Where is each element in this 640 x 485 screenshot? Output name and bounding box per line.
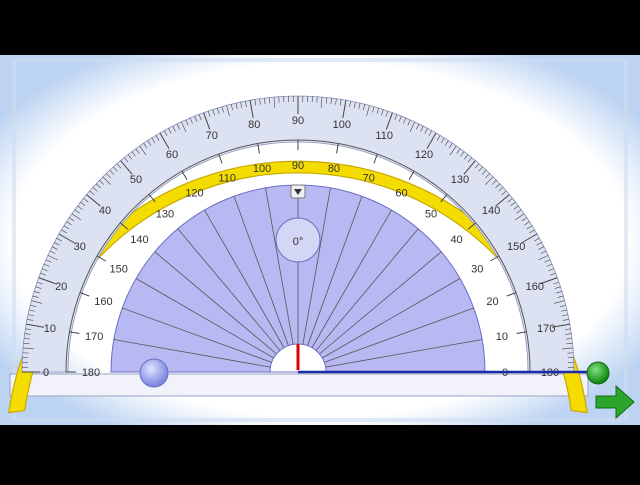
outer-scale-label: 10 [44, 323, 56, 335]
inner-scale-label: 160 [94, 296, 112, 308]
inner-scale-label: 110 [218, 172, 236, 184]
pivot-handle[interactable] [140, 359, 168, 387]
outer-scale-label: 120 [415, 149, 433, 161]
inner-scale-label: 120 [185, 188, 203, 200]
outer-scale-label: 80 [248, 119, 260, 131]
inner-scale-label: 20 [486, 296, 498, 308]
inner-scale-label: 170 [85, 331, 103, 343]
outer-scale-label: 90 [292, 115, 304, 127]
inner-scale-label: 90 [292, 160, 304, 172]
protractor-canvas: 0 10 20 30 40 50 60 70 80 90 100 110 120 130 140 150 160… [0, 0, 640, 480]
inner-scale-label: 100 [253, 163, 271, 175]
inner-scale-label: 150 [110, 264, 128, 276]
outer-scale-label: 130 [451, 174, 469, 186]
inner-scale-label: 180 [82, 367, 100, 379]
outer-scale-label: 30 [74, 241, 86, 253]
outer-scale-label: 60 [166, 149, 178, 161]
outer-scale-label: 0 [43, 367, 49, 379]
outer-scale-label: 50 [130, 174, 142, 186]
outer-scale-label: 110 [375, 130, 393, 142]
inner-scale-label: 50 [425, 208, 437, 220]
outer-scale-label: 20 [55, 281, 67, 293]
rotate-handle[interactable] [587, 362, 609, 384]
inner-scale-label: 80 [328, 163, 340, 175]
angle-readout: 0° [293, 236, 304, 248]
inner-scale-label: 40 [450, 234, 462, 246]
outer-scale-label: 150 [507, 241, 525, 253]
outer-scale-label: 40 [99, 205, 111, 217]
outer-scale-label: 100 [333, 119, 351, 131]
protractor-app: 0 10 20 30 40 50 60 70 80 90 100 110 120 130 140 150 160… [0, 0, 640, 480]
inner-scale-label: 60 [395, 188, 407, 200]
outer-scale-label: 170 [537, 323, 555, 335]
drop-down-button[interactable] [291, 185, 305, 198]
inner-scale-label: 140 [130, 234, 148, 246]
outer-scale-label: 70 [206, 130, 218, 142]
inner-scale-label: 30 [471, 264, 483, 276]
outer-scale-label: 160 [526, 281, 544, 293]
outer-scale-label: 140 [482, 205, 500, 217]
inner-scale-label: 130 [156, 208, 174, 220]
inner-scale-label: 70 [363, 172, 375, 184]
inner-scale-label: 10 [496, 331, 508, 343]
